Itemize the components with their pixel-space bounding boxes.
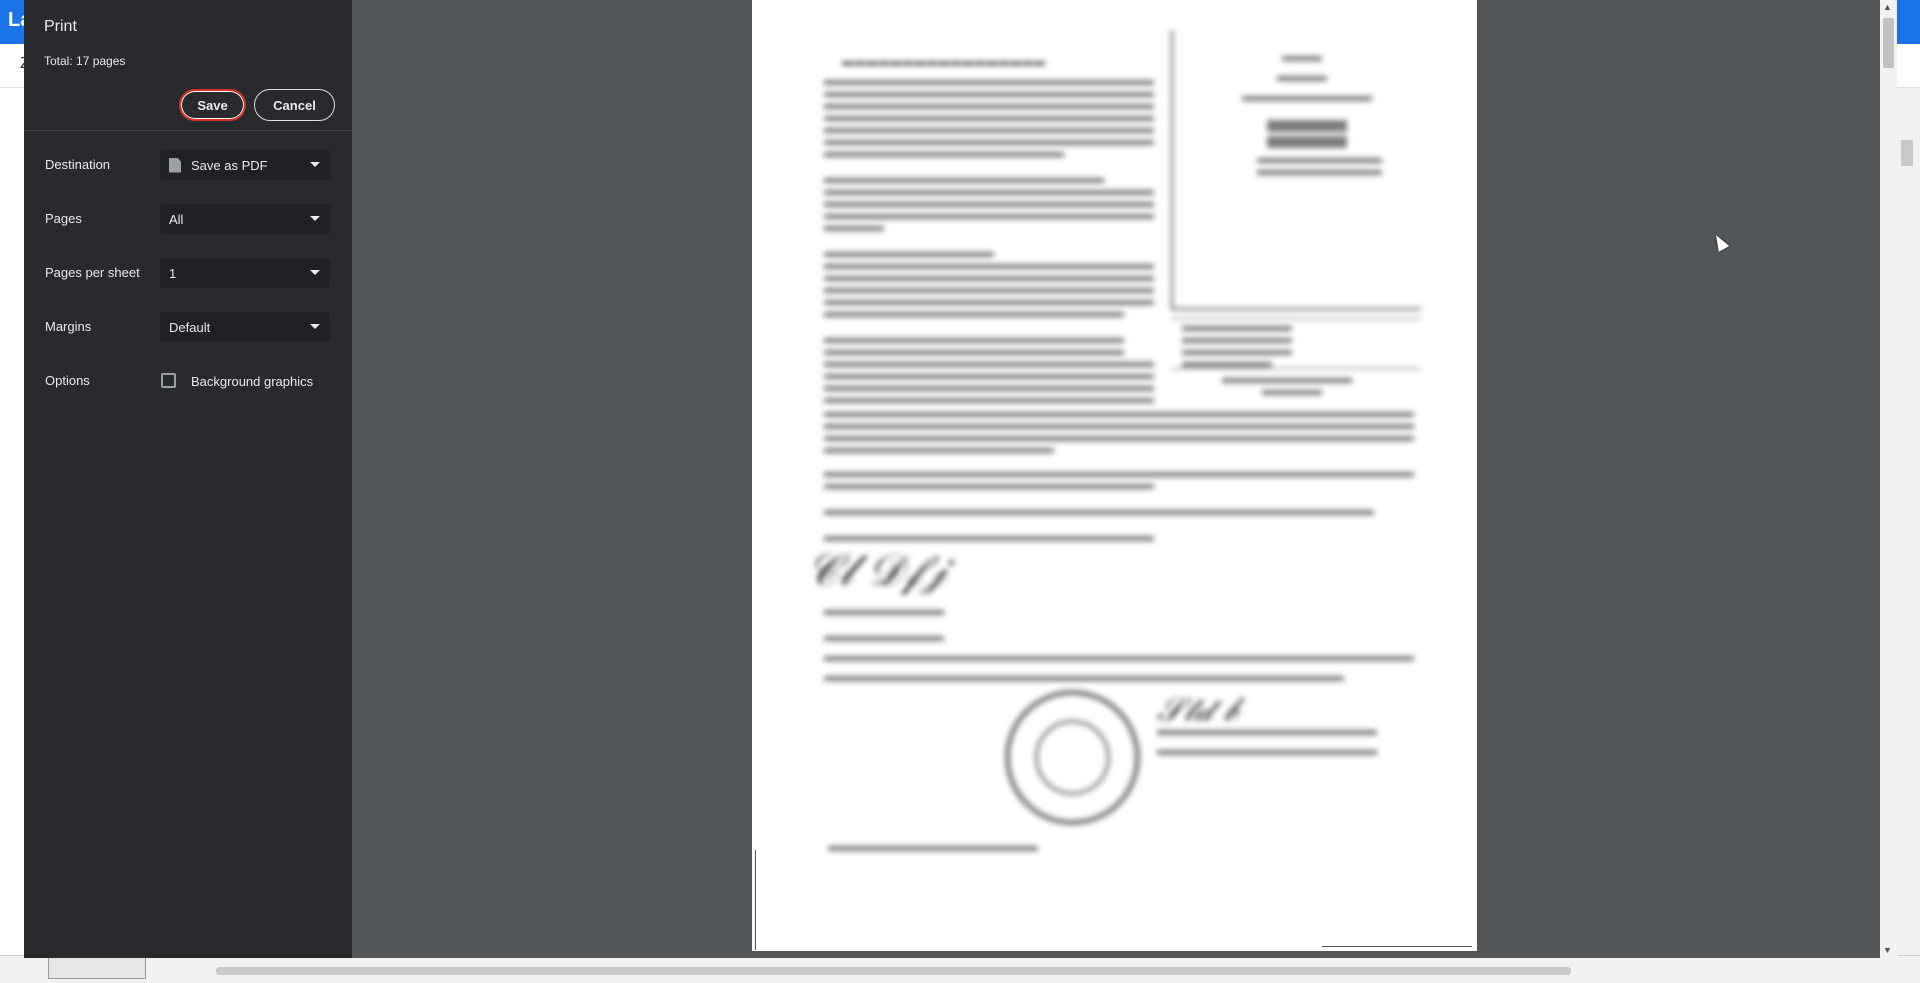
chevron-down-icon	[310, 324, 320, 329]
page-thumbnail[interactable]	[48, 955, 146, 979]
dialog-title: Print	[44, 18, 77, 35]
print-sidebar: Print Total: 17 pages Save Cancel Destin…	[24, 0, 352, 958]
scroll-up-icon[interactable]: ▲	[1883, 2, 1892, 12]
document-heading: ▬▬▬▬▬▬▬▬▬▬▬▬▬▬▬▬▬	[842, 56, 1046, 68]
horizontal-scrollbar-thumb[interactable]	[216, 967, 1571, 975]
preview-scrollbar-thumb[interactable]	[1883, 18, 1894, 68]
pages-per-sheet-label: Pages per sheet	[45, 265, 140, 280]
destination-label: Destination	[45, 157, 111, 172]
preview-page: ▬▬▬▬▬▬▬▬▬▬▬▬▬▬▬▬▬ 𝒞𝓁 𝒟𝒻𝒿 𝒮𝓉𝒹 𝒷	[752, 0, 1477, 951]
signature-2: 𝒮𝓉𝒹 𝒷	[1157, 690, 1238, 730]
chevron-down-icon	[310, 270, 320, 275]
page-scrollbar[interactable]	[1897, 88, 1920, 955]
margins-label: Margins	[45, 319, 92, 334]
pages-select[interactable]: All	[160, 204, 330, 234]
margins-select[interactable]: Default	[160, 312, 330, 342]
file-icon	[169, 157, 181, 173]
pages-value: All	[169, 211, 184, 227]
destination-select[interactable]: Save as PDF	[160, 150, 330, 180]
pages-per-sheet-select[interactable]: 1	[160, 258, 330, 288]
scroll-down-icon[interactable]: ▼	[1883, 945, 1892, 955]
margins-value: Default	[169, 319, 211, 335]
chevron-down-icon	[310, 162, 320, 167]
destination-value: Save as PDF	[191, 157, 268, 173]
save-button[interactable]: Save	[179, 89, 246, 121]
options-label: Options	[45, 373, 90, 388]
total-pages: Total: 17 pages	[44, 54, 126, 68]
background-graphics-checkbox[interactable]	[161, 373, 176, 388]
page-scrollbar-thumb[interactable]	[1901, 140, 1913, 166]
signature-1: 𝒞𝓁 𝒟𝒻𝒿	[807, 545, 947, 596]
pages-per-sheet-value: 1	[169, 265, 177, 281]
pages-label: Pages	[45, 211, 82, 226]
cancel-button[interactable]: Cancel	[254, 89, 335, 121]
preview-scrollbar[interactable]	[1880, 0, 1897, 958]
background-graphics-label[interactable]: Background graphics	[191, 374, 313, 389]
chevron-down-icon	[310, 216, 320, 221]
divider	[24, 130, 352, 131]
